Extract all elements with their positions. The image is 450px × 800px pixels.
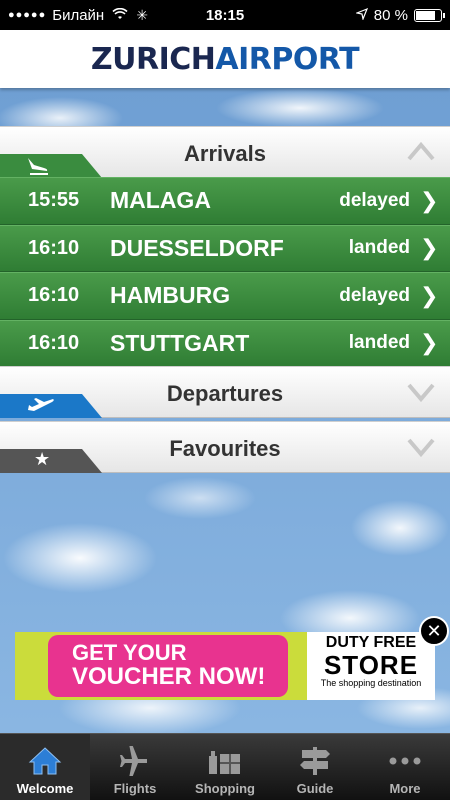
flight-time: 16:10 <box>28 236 80 259</box>
signal-strength: ●●●●● <box>8 9 47 21</box>
tab-more[interactable]: More <box>360 734 450 800</box>
tab-label: Shopping <box>195 781 255 796</box>
ad-banner[interactable]: GET YOUR VOUCHER NOW! DUTY FREE STORE Th… <box>15 632 435 700</box>
flight-city: DUESSELDORF <box>110 234 284 261</box>
chevron-right-icon: ❯ <box>420 282 439 308</box>
tab-welcome[interactable]: Welcome <box>0 734 90 800</box>
flight-row[interactable]: 16:10 DUESSELDORF landed ❯ <box>0 224 450 272</box>
close-ad-button[interactable]: ✕ <box>419 616 449 646</box>
ad-line2: VOUCHER NOW! <box>72 663 266 690</box>
zurich-airport-logo: ZURICHAIRPORT <box>90 41 360 77</box>
arrivals-title: Arrivals <box>184 141 266 166</box>
app-header: ZURICHAIRPORT <box>0 30 450 88</box>
flight-time: 16:10 <box>28 331 80 354</box>
flight-time: 16:10 <box>28 284 80 307</box>
status-bar: ●●●●● Билайн ✳ 18:15 80 % <box>0 0 450 30</box>
tab-label: More <box>389 781 421 796</box>
chevron-right-icon: ❯ <box>420 330 439 356</box>
flight-time: 15:55 <box>28 189 80 212</box>
flight-row[interactable]: 16:10 HAMBURG delayed ❯ <box>0 272 450 320</box>
arrivals-list: 15:55 MALAGA delayed ❯ 16:10 DUESSELDORF… <box>0 177 450 367</box>
activity-spinner-icon: ✳ <box>136 6 148 23</box>
shopping-icon <box>207 741 243 781</box>
flight-city: STUTTGART <box>110 329 250 356</box>
chevron-right-icon: ❯ <box>420 187 439 213</box>
flight-city: MALAGA <box>110 187 211 214</box>
location-arrow-icon <box>354 7 368 24</box>
flight-row[interactable]: 16:10 STUTTGART landed ❯ <box>0 319 450 367</box>
departures-header[interactable]: Departures <box>0 366 450 418</box>
chevron-down-icon[interactable] <box>406 379 436 403</box>
arrivals-header[interactable]: Arrivals <box>0 126 450 178</box>
more-icon <box>388 741 422 781</box>
ad-line1: GET YOUR <box>72 640 187 665</box>
airplane-icon <box>117 741 153 781</box>
chevron-up-icon[interactable] <box>406 139 436 163</box>
signpost-icon <box>298 741 332 781</box>
chevron-down-icon[interactable] <box>406 434 436 458</box>
flight-status: delayed <box>339 284 410 306</box>
favourites-header[interactable]: ★ Favourites <box>0 421 450 473</box>
flight-status: landed <box>348 237 410 259</box>
favourites-title: Favourites <box>169 436 281 461</box>
home-icon <box>28 741 62 781</box>
chevron-right-icon: ❯ <box>420 235 439 261</box>
battery-percent: 80 % <box>373 6 408 24</box>
flight-status: landed <box>348 332 410 354</box>
wifi-icon <box>112 7 128 23</box>
tab-shopping[interactable]: Shopping <box>180 734 270 800</box>
departures-title: Departures <box>166 381 284 406</box>
tab-guide[interactable]: Guide <box>270 734 360 800</box>
flight-city: HAMBURG <box>110 282 231 309</box>
tab-label: Flights <box>113 781 157 796</box>
tab-label: Guide <box>296 781 334 796</box>
tab-bar: Welcome Flights Shopping Guide More <box>0 733 450 800</box>
duty-free-logo: DUTY FREE STORE The shopping destination <box>307 632 435 700</box>
battery-icon <box>414 8 445 22</box>
tab-label: Welcome <box>16 781 74 796</box>
voucher-ad: GET YOUR VOUCHER NOW! <box>48 635 288 697</box>
flight-status: delayed <box>339 189 410 211</box>
flight-row[interactable]: 15:55 MALAGA delayed ❯ <box>0 177 450 225</box>
tab-flights[interactable]: Flights <box>90 734 180 800</box>
carrier-name: Билайн <box>52 6 105 24</box>
